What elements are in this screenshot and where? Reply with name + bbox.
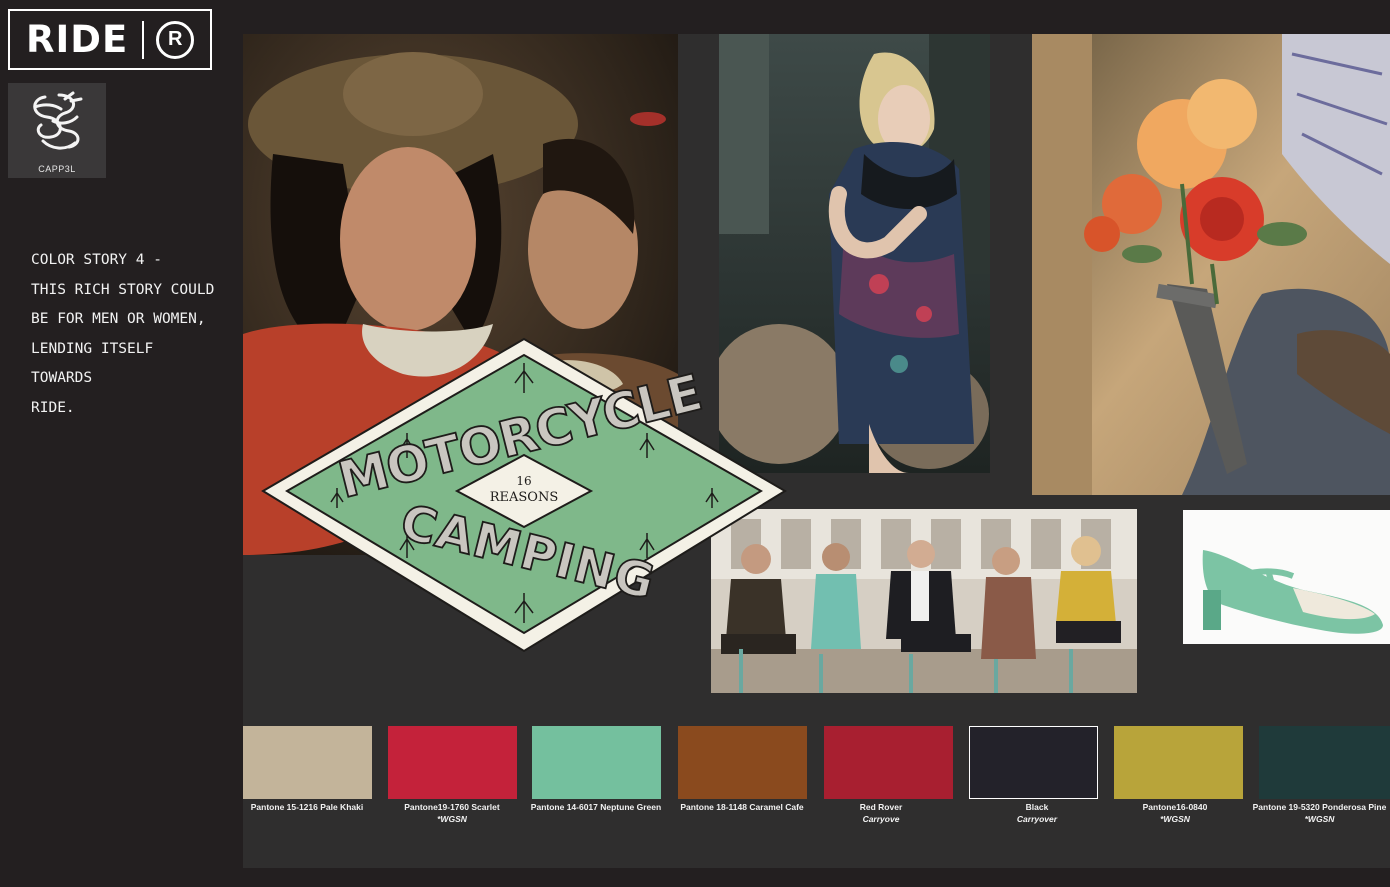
color-story-text: Color Story 4 - This rich story could be… (31, 246, 221, 423)
swatch-label: Pantone19-1760 Scarlet *WGSN (377, 801, 527, 825)
swatch-source: *WGSN (1160, 814, 1190, 824)
story-line: lending itself towards (31, 340, 154, 387)
cappel-wordmark: CAPP3L (38, 164, 76, 174)
swatch-scarlet (388, 726, 517, 799)
story-line: Color Story 4 - (31, 252, 162, 268)
swatch-name: Pantone19-1760 Scarlet (404, 802, 500, 812)
swatch-pantone-16-0840 (1114, 726, 1243, 799)
swatch-name: Red Rover (859, 802, 903, 812)
swatch-label: Pantone 19-5320 Ponderosa Pine *WGSN (1249, 801, 1390, 825)
swatch-name: Pantone 14-6017 Neptune Green (530, 802, 662, 812)
story-line: be for men or women, (31, 311, 206, 327)
flowers-rifle-image (1032, 34, 1390, 495)
story-line: This rich story could (31, 281, 215, 298)
swatch-black (969, 726, 1098, 799)
swatch-caramel-cafe (678, 726, 807, 799)
swatch-name: Pantone16-0840 (1142, 802, 1208, 812)
badge-subtitle: REASONS (490, 490, 559, 505)
ride-wordmark: RIDE (26, 18, 129, 61)
swatch-source: *WGSN (437, 814, 467, 824)
swatch-red-rover (824, 726, 953, 799)
swatch-ponderosa-pine (1259, 726, 1390, 799)
swatch-label: Pantone 18-1148 Caramel Cafe (667, 801, 817, 813)
swatch-label: Pantone 14-6017 Neptune Green (521, 801, 671, 813)
swatch-source: *WGSN (1304, 814, 1335, 824)
swatch-name: Pantone 19-5320 Ponderosa Pine (1252, 802, 1387, 812)
swatch-label: Pantone16-0840 *WGSN (1100, 801, 1250, 825)
swatch-name: Black (1025, 802, 1049, 812)
badge-number: 16 (516, 474, 531, 488)
ride-r-icon: R (156, 20, 195, 59)
swatch-source: Carryover (1016, 814, 1058, 824)
story-line: Ride. (31, 399, 75, 416)
swatch-name: Pantone 18-1148 Caramel Cafe (680, 802, 804, 812)
ride-logo: RIDE R (8, 9, 212, 70)
swatch-label: Red Rover Carryove (806, 801, 956, 825)
swatch-name: Pantone 15-1216 Pale Khaki (250, 802, 364, 812)
motorcycle-camping-badge: MOTORCYCLE CAMPING 16 REASONS (257, 333, 791, 657)
logo-divider (142, 20, 145, 59)
swatch-label: Black Carryover (962, 801, 1112, 825)
swatch-pale-khaki (243, 726, 372, 799)
shoe-image (1183, 510, 1390, 644)
swatch-source: Carryove (862, 814, 900, 824)
swatch-label: Pantone 15-1216 Pale Khaki (232, 801, 382, 813)
cappel-logo: CAPP3L (8, 83, 106, 178)
monogram-icon (33, 91, 83, 150)
swatch-neptune-green (532, 726, 661, 799)
